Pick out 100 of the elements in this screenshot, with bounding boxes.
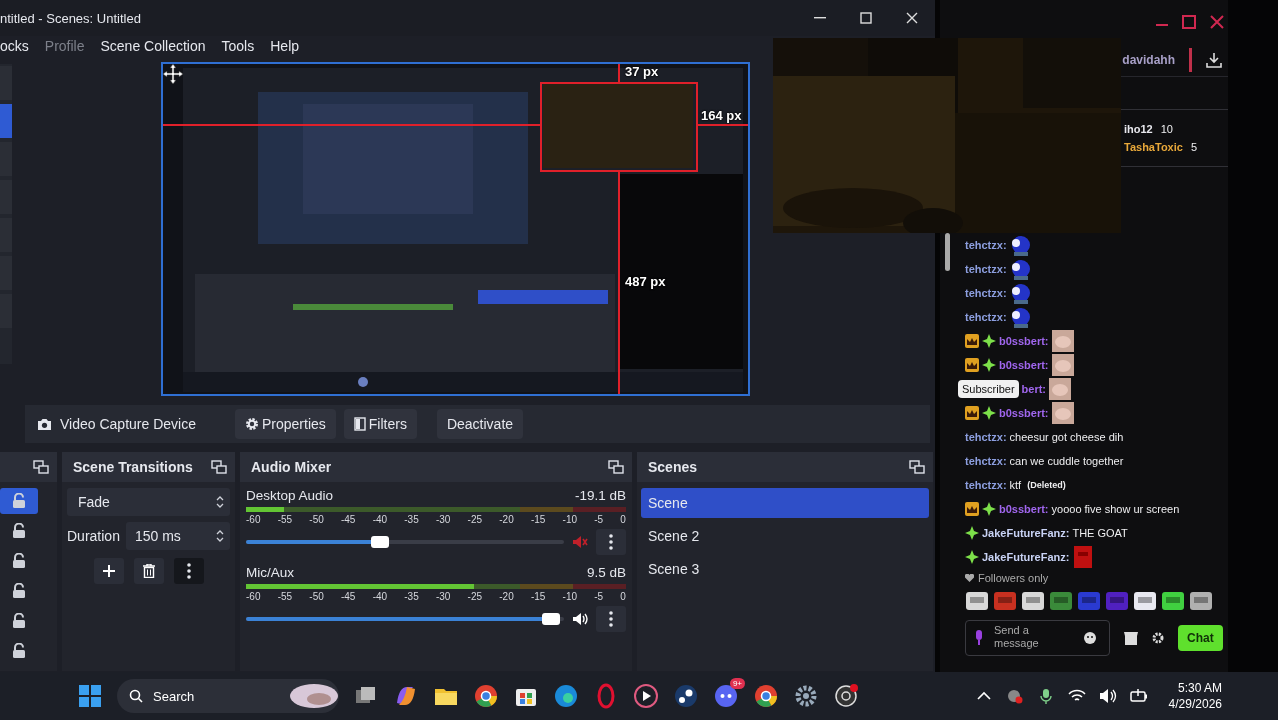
leaderboard-name: TashaToxic bbox=[1124, 141, 1183, 153]
more-icon bbox=[609, 534, 613, 550]
menu-item[interactable]: ocks bbox=[0, 38, 37, 54]
chat-username[interactable]: tehctzx: bbox=[965, 311, 1007, 323]
undock-icon[interactable] bbox=[33, 460, 49, 474]
chat-username[interactable]: tehctzx: bbox=[965, 479, 1007, 491]
guide-line bbox=[618, 64, 620, 82]
maximize-icon bbox=[860, 12, 872, 24]
scale-label: -5 bbox=[594, 514, 604, 525]
scene-item[interactable]: Scene bbox=[641, 488, 929, 518]
measurement-label: 37 px bbox=[625, 64, 659, 79]
scale-label: -30 bbox=[435, 514, 451, 525]
windows-icon[interactable] bbox=[77, 683, 103, 709]
chrome-icon[interactable] bbox=[473, 683, 499, 709]
lock-icon bbox=[12, 643, 26, 659]
chat-username[interactable]: b0ssbert: bbox=[999, 503, 1049, 515]
play-icon[interactable] bbox=[633, 683, 659, 709]
channel-name: davidahh bbox=[1122, 53, 1175, 67]
gift-count: 5 bbox=[1190, 141, 1197, 153]
emote-icon[interactable] bbox=[1133, 591, 1157, 611]
slider-thumb[interactable] bbox=[370, 536, 389, 548]
updown-icon bbox=[216, 529, 224, 543]
scale-label: -15 bbox=[530, 591, 546, 602]
channel-name: Desktop Audio bbox=[246, 488, 334, 503]
store-icon[interactable] bbox=[1124, 631, 1138, 645]
selection-box[interactable] bbox=[540, 82, 698, 172]
emoji-icon[interactable] bbox=[1084, 632, 1096, 644]
microphone-icon[interactable] bbox=[974, 630, 984, 646]
toolbar-button[interactable]: Properties bbox=[235, 409, 336, 439]
emote-icon[interactable] bbox=[965, 591, 989, 611]
chat-username[interactable]: bert: bbox=[1021, 383, 1047, 395]
more-button[interactable] bbox=[173, 558, 204, 584]
emote-icon[interactable] bbox=[1189, 591, 1213, 611]
scene-item[interactable]: Scene 2 bbox=[641, 521, 929, 551]
clock-date[interactable]: 4/29/2026 bbox=[1168, 697, 1222, 711]
muted-speaker-icon[interactable] bbox=[572, 535, 588, 549]
updown-icon bbox=[216, 495, 224, 509]
toolbar-button[interactable]: Filters bbox=[343, 409, 417, 439]
chat-button[interactable]: Chat bbox=[1178, 625, 1223, 651]
toolbar-button[interactable]: Deactivate bbox=[436, 409, 524, 439]
scene-item[interactable]: Scene 3 bbox=[641, 554, 929, 584]
battery-icon[interactable] bbox=[1129, 688, 1148, 704]
edge-icon[interactable] bbox=[553, 683, 579, 709]
chat-username[interactable]: JakeFutureFanz: bbox=[982, 551, 1070, 563]
scale-label: -55 bbox=[277, 591, 293, 602]
emote-icon bbox=[1051, 330, 1074, 352]
chat-username[interactable]: tehctzx: bbox=[965, 287, 1007, 299]
chat-message: ktf bbox=[1009, 479, 1022, 491]
app-tray-icon[interactable] bbox=[1005, 688, 1024, 704]
more-button[interactable] bbox=[596, 606, 626, 632]
panel-title: Audio Mixer bbox=[251, 459, 332, 475]
gear-icon[interactable] bbox=[793, 683, 819, 709]
search-field[interactable]: Search bbox=[117, 679, 339, 713]
volume-reading: -19.1 dB bbox=[574, 488, 626, 503]
measurement-label: 164 px bbox=[701, 108, 742, 123]
undock-icon[interactable] bbox=[909, 460, 925, 474]
lock-icon bbox=[12, 553, 26, 569]
menu-item[interactable]: Scene Collection bbox=[92, 38, 214, 54]
message-field[interactable]: Send a message bbox=[994, 624, 1074, 652]
chat-username[interactable]: tehctzx: bbox=[965, 263, 1007, 275]
maximize-button[interactable] bbox=[1182, 15, 1196, 29]
speaker-icon[interactable] bbox=[572, 612, 588, 626]
undock-icon[interactable] bbox=[211, 460, 227, 474]
filter-icon bbox=[353, 417, 366, 431]
chat-username[interactable]: b0ssbert: bbox=[999, 407, 1049, 419]
more-button[interactable] bbox=[596, 529, 626, 555]
chat-username[interactable]: b0ssbert: bbox=[999, 335, 1049, 347]
chat-username[interactable]: tehctzx: bbox=[965, 455, 1007, 467]
wifi-icon[interactable] bbox=[1067, 688, 1086, 704]
chat-username[interactable]: b0ssbert: bbox=[999, 359, 1049, 371]
chat-username[interactable]: JakeFutureFanz: bbox=[982, 527, 1070, 539]
lock-toggle[interactable] bbox=[0, 488, 38, 514]
record-icon[interactable] bbox=[833, 683, 859, 709]
chrome-icon[interactable] bbox=[753, 683, 779, 709]
source-name: Video Capture Device bbox=[60, 416, 196, 432]
scale-label: 0 bbox=[620, 591, 626, 602]
emote-icon bbox=[1072, 546, 1095, 568]
close-button[interactable] bbox=[1210, 15, 1224, 29]
transition-dropdown[interactable]: Fade bbox=[67, 488, 230, 516]
download-icon[interactable] bbox=[1206, 52, 1222, 68]
slider-thumb[interactable] bbox=[542, 613, 561, 625]
clock-time[interactable]: 5:30 AM bbox=[1177, 681, 1222, 695]
emote-icon bbox=[1009, 234, 1032, 256]
chat-message: yoooo five show ur screen bbox=[1051, 503, 1180, 515]
menu-item[interactable]: Help bbox=[262, 38, 308, 54]
measurement-label: 487 px bbox=[625, 274, 666, 289]
delete-button[interactable] bbox=[133, 558, 164, 584]
chat-username[interactable]: tehctzx: bbox=[965, 239, 1007, 251]
speaker-icon[interactable] bbox=[1098, 688, 1117, 704]
add-button[interactable] bbox=[93, 558, 124, 584]
chat-username[interactable]: tehctzx: bbox=[965, 431, 1007, 443]
emote-icon[interactable] bbox=[1021, 591, 1045, 611]
message-box[interactable]: Send a message bbox=[965, 620, 1110, 656]
scale-label: -25 bbox=[467, 591, 483, 602]
emote-icon[interactable] bbox=[1161, 591, 1185, 611]
duration-field[interactable]: 150 ms bbox=[125, 522, 230, 550]
menu-item[interactable]: Tools bbox=[213, 38, 263, 54]
settings-icon[interactable] bbox=[1152, 632, 1164, 644]
steam-icon[interactable] bbox=[673, 683, 699, 709]
undock-icon[interactable] bbox=[608, 460, 624, 474]
